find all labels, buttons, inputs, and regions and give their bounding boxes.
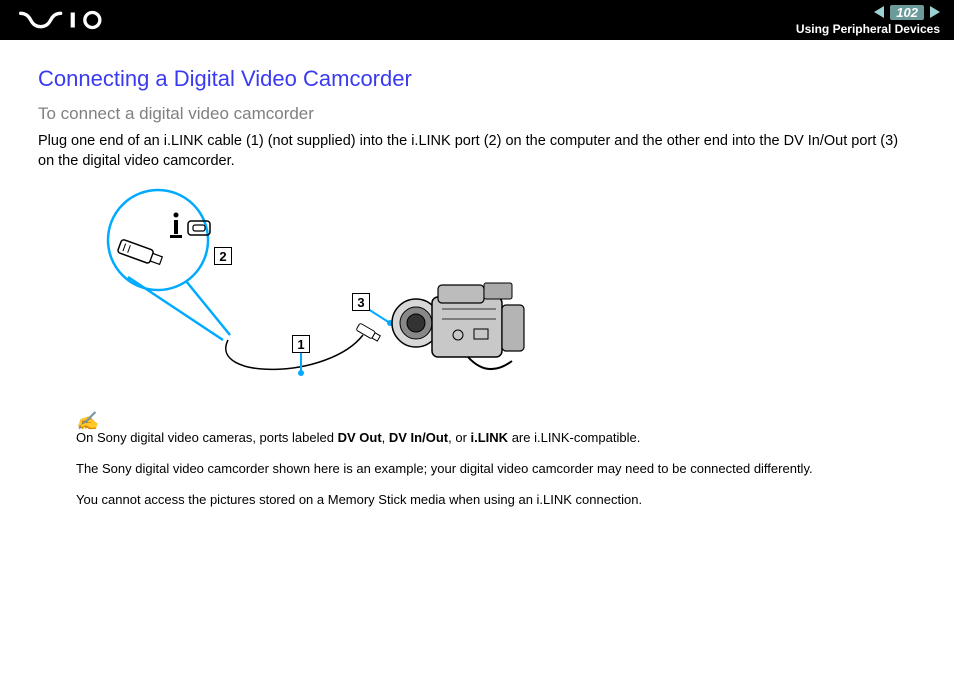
page-content: Connecting a Digital Video Camcorder To … (0, 40, 954, 509)
page-navigator: 102 (874, 5, 940, 20)
note-1-bold1: DV Out (338, 430, 382, 445)
connection-diagram: 2 3 1 (68, 185, 588, 395)
header-right: 102 Using Peripheral Devices (796, 5, 940, 36)
page-title: Connecting a Digital Video Camcorder (38, 66, 916, 92)
next-page-arrow-icon[interactable] (930, 6, 940, 18)
note-1-bold2: DV In/Out (389, 430, 448, 445)
section-title: Using Peripheral Devices (796, 22, 940, 36)
camcorder-icon (392, 283, 524, 369)
vaio-logo-svg (14, 10, 124, 30)
page-subtitle: To connect a digital video camcorder (38, 104, 916, 124)
callout-1: 1 (292, 335, 310, 353)
note-1: On Sony digital video cameras, ports lab… (76, 430, 916, 447)
note-1-bold3: i.LINK (471, 430, 509, 445)
note-1-text: On Sony digital video cameras, ports lab… (76, 430, 338, 445)
diagram-svg (68, 185, 588, 395)
intro-paragraph: Plug one end of an i.LINK cable (1) (not… (38, 132, 916, 171)
note-2: The Sony digital video camcorder shown h… (76, 461, 916, 478)
note-pencil-icon: ✍ (76, 411, 916, 432)
callout-3: 3 (352, 293, 370, 311)
callout-2: 2 (214, 247, 232, 265)
vaio-logo (14, 10, 124, 30)
note-3: You cannot access the pictures stored on… (76, 492, 916, 509)
header-bar: 102 Using Peripheral Devices (0, 0, 954, 40)
page-number: 102 (890, 5, 924, 20)
notes-section: ✍ On Sony digital video cameras, ports l… (76, 411, 916, 509)
prev-page-arrow-icon[interactable] (874, 6, 884, 18)
